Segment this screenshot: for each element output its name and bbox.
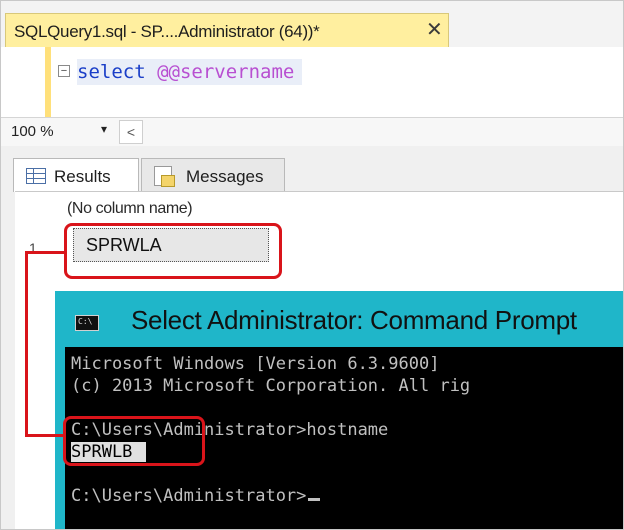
change-marker-bar	[45, 47, 51, 117]
console-line: Microsoft Windows [Version 6.3.9600]	[71, 354, 440, 374]
console-prompt: C:\Users\Administrator>	[71, 486, 307, 506]
sql-keyword: select	[77, 61, 146, 83]
sql-variable: @@servername	[157, 61, 295, 83]
zoom-level[interactable]: 100 %	[11, 123, 54, 140]
grid-icon	[26, 168, 46, 184]
annotation-connector	[25, 251, 28, 437]
document-tab-strip: SQLQuery1.sql - SP....Administrator (64)…	[1, 1, 623, 47]
console-prompt-line: C:\Users\Administrator>	[71, 485, 321, 507]
annotation-connector	[25, 251, 65, 254]
column-header[interactable]: (No column name)	[67, 200, 193, 218]
screenshot-frame: SQLQuery1.sql - SP....Administrator (64)…	[0, 0, 624, 530]
chevron-down-icon[interactable]: ▾	[101, 122, 107, 136]
annotation-highlight-servername	[64, 223, 282, 279]
tab-sqlquery1[interactable]: SQLQuery1.sql - SP....Administrator (64)…	[5, 13, 449, 47]
cmd-window-title: Select Administrator: Command Prompt	[131, 305, 577, 335]
cmd-titlebar[interactable]: Select Administrator: Command Prompt	[55, 291, 623, 347]
tab-messages-label: Messages	[186, 167, 264, 186]
close-icon[interactable]: ✕	[426, 20, 443, 40]
annotation-highlight-hostname	[63, 416, 205, 466]
text-cursor	[308, 498, 321, 501]
tab-results[interactable]: Results	[13, 158, 139, 192]
messages-icon	[154, 166, 175, 187]
console-line: (c) 2013 Microsoft Corporation. All rig	[71, 376, 471, 396]
tab-results-label: Results	[54, 167, 111, 186]
collapse-icon[interactable]: −	[58, 65, 70, 77]
zoom-bar: 100 % ▾ <	[1, 117, 623, 147]
code-line-1[interactable]: select @@servername	[77, 59, 303, 85]
console-icon	[75, 315, 99, 331]
query-editor[interactable]: − select @@servername	[1, 47, 623, 117]
annotation-connector	[25, 434, 65, 437]
document-tab-title: SQLQuery1.sql - SP....Administrator (64)…	[14, 22, 320, 41]
scroll-left-button[interactable]: <	[119, 120, 143, 144]
tab-messages[interactable]: Messages	[141, 158, 285, 192]
command-prompt-window[interactable]: Select Administrator: Command Prompt Mic…	[55, 291, 623, 529]
